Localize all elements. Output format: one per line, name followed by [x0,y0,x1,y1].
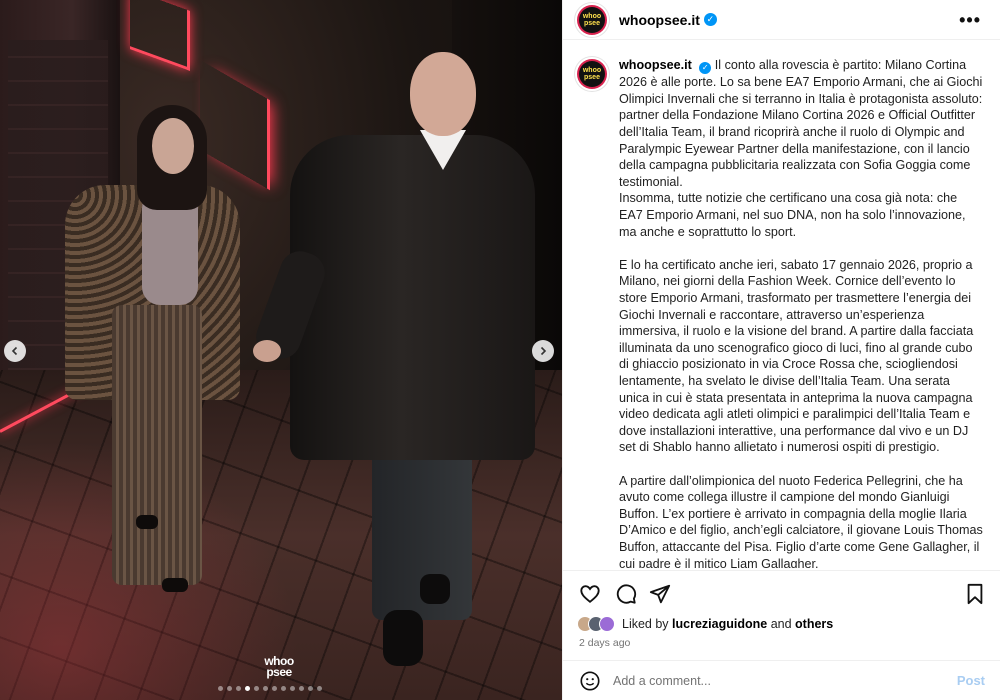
caption-paragraph: Il conto alla rovescia è partito: Milano… [619,58,983,189]
carousel-dot [245,686,250,691]
carousel-prev-button[interactable] [4,340,26,362]
comment-bar: Post [563,660,1000,700]
bookmark-icon[interactable] [965,583,985,610]
liker-avatars [577,616,615,632]
caption-scroll-area[interactable]: whoo psee whoopsee.it ✓ Il conto alla ro… [563,41,1000,568]
carousel-next-button[interactable] [532,340,554,362]
carousel-dot [299,686,304,691]
carousel-dot [263,686,268,691]
woman-shoe [162,578,188,592]
more-options-icon[interactable]: ••• [959,10,981,31]
neon-light [200,59,270,191]
carousel-dot [317,686,322,691]
media-watermark: whoo psee [264,654,294,679]
post-comment-button[interactable]: Post [957,673,985,688]
carousel-dot [290,686,295,691]
heart-icon[interactable] [579,583,601,610]
carousel-dot [272,686,277,691]
caption-paragraph: A partire dall’olimpionica del nuoto Fed… [619,473,983,568]
man-head [410,52,476,136]
woman-face [152,118,194,174]
likes-summary: Liked by lucreziaguidone and others [577,614,833,634]
caption-paragraph: Insomma, tutte notizie che certificano u… [619,191,966,239]
post-side-panel: whoo psee whoopsee.it ✓ ••• whoo psee wh… [562,0,1000,700]
account-avatar: whoo psee [577,59,607,89]
carousel-dot [236,686,241,691]
chevron-left-icon [11,346,18,356]
carousel-dot [218,686,223,691]
avatar [599,616,615,632]
woman-pants [112,305,202,585]
caption-paragraph: E lo ha certificato anche ieri, sabato 1… [619,257,974,455]
post-timestamp[interactable]: 2 days ago [579,637,630,649]
carousel-dot [227,686,232,691]
man-shoe [383,610,423,666]
account-avatar[interactable]: whoo psee [577,4,607,35]
verified-badge-icon: ✓ [699,62,712,75]
carousel-dot [254,686,259,691]
man-shoe [420,574,450,604]
post-header: whoo psee whoopsee.it ✓ ••• [563,0,1000,40]
holding-hands [253,340,281,362]
woman-shoe [136,515,158,529]
verified-badge-icon: ✓ [703,13,717,26]
liked-by-label: Liked by [622,617,669,631]
post-actions [563,570,1000,614]
neon-light [130,0,190,71]
likes-conjunction: and [770,617,792,631]
caption-text: whoopsee.it ✓ Il conto alla rovescia è p… [619,57,983,568]
others-link[interactable]: others [795,617,833,631]
caption-username[interactable]: whoopsee.it [619,58,692,72]
emoji-icon[interactable] [579,670,601,692]
man-coat [290,135,535,460]
share-icon[interactable] [649,583,671,610]
caption-avatar[interactable]: whoo psee [577,59,607,568]
header-username[interactable]: whoopsee.it [619,12,700,28]
avatar-logo: whoo psee [579,6,605,33]
liker-username-link[interactable]: lucreziaguidone [672,617,767,631]
chevron-right-icon [540,346,547,356]
carousel-dot [281,686,286,691]
avatar-logo: whoo psee [579,61,605,87]
post-media[interactable]: whoo psee [0,0,562,700]
carousel-indicator [218,686,322,691]
comment-icon[interactable] [615,583,637,610]
comment-input[interactable] [613,673,933,688]
carousel-dot [308,686,313,691]
